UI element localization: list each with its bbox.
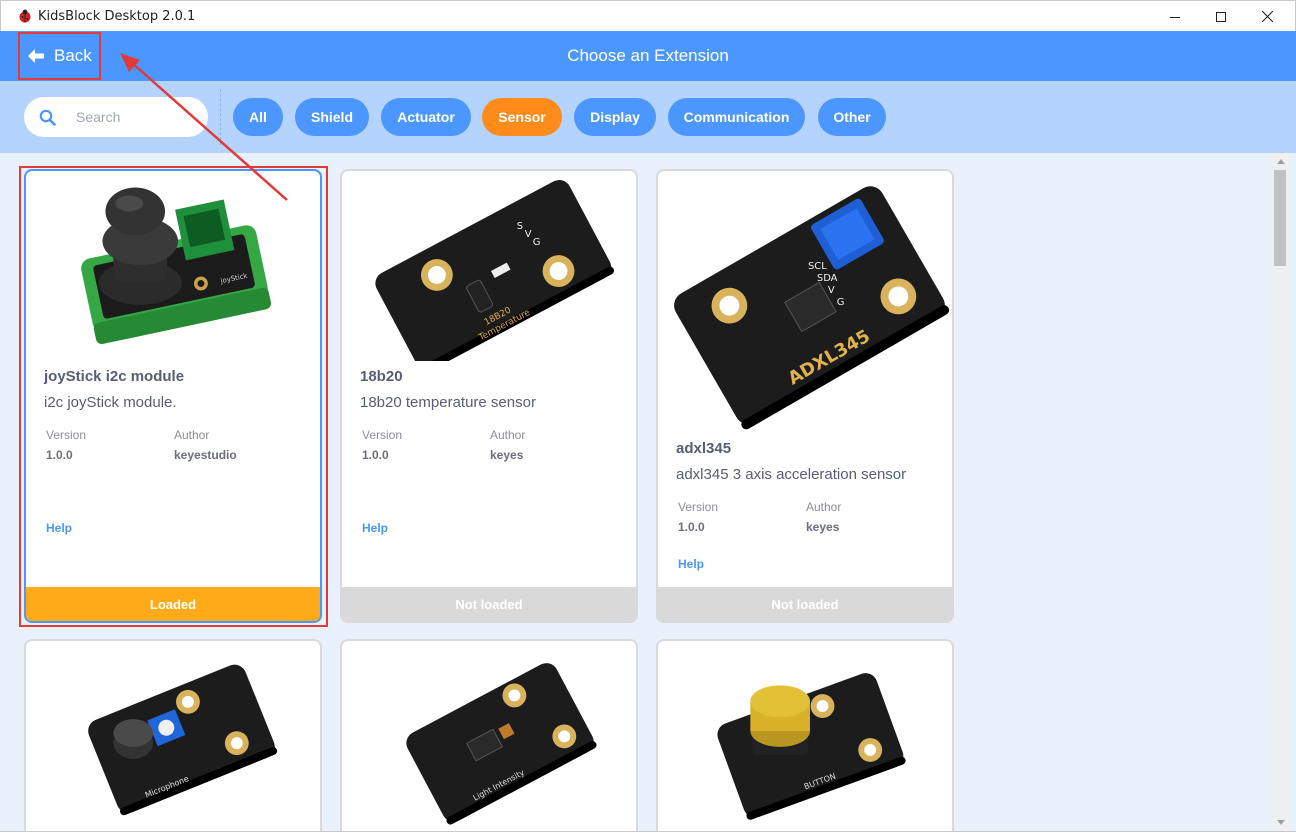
vertical-scrollbar[interactable] (1272, 153, 1289, 831)
18b20-pin-v: V (525, 229, 532, 240)
tag-other[interactable]: Other (818, 98, 886, 136)
version-label: Version (678, 500, 719, 514)
version-label: Version (362, 428, 403, 442)
help-link[interactable]: Help (678, 557, 704, 571)
maximize-icon (1216, 11, 1226, 22)
help-link[interactable]: Help (362, 521, 388, 535)
light-intensity-module-image: Light Intensity (406, 663, 597, 825)
extension-card-joystick[interactable]: joyStick joyStick i2c module i2c joyStic… (24, 169, 322, 623)
18b20-pin-g: G (533, 237, 541, 248)
card-description: i2c joyStick module. (44, 394, 177, 411)
joystick-module-image: joyStick (81, 187, 272, 345)
adxl-pin-sda: SDA (817, 273, 838, 284)
version-label: Version (46, 428, 87, 442)
extension-card-18b20[interactable]: 18B20 Temperature S V G 18b20 18b20 temp… (340, 169, 638, 623)
scroll-down-arrow[interactable] (1272, 814, 1289, 831)
button-module-image: BUTTON (717, 673, 906, 820)
card-description: 18b20 temperature sensor (360, 394, 536, 411)
window-titlebar: KidsBlock Desktop 2.0.1 (0, 0, 1296, 31)
chevron-up-icon (1276, 159, 1285, 164)
card-title: 18b20 (360, 368, 403, 385)
maximize-button[interactable] (1198, 1, 1244, 32)
close-icon (1261, 11, 1273, 22)
close-button[interactable] (1244, 1, 1290, 32)
tag-shield[interactable]: Shield (295, 98, 369, 136)
extension-header: Back Choose an Extension (0, 31, 1296, 81)
help-link[interactable]: Help (46, 521, 72, 535)
extension-card-light-intensity[interactable]: Light Intensity (340, 639, 638, 831)
author-value: keyes (806, 520, 840, 534)
adxl-pin-scl: SCL (808, 261, 827, 272)
window-bottom-border (0, 831, 1296, 839)
18b20-pin-s: S (517, 221, 523, 232)
search-icon (39, 109, 56, 126)
ladybug-app-icon (19, 9, 31, 23)
extension-card-adxl345[interactable]: ADXL345 SCL SDA V G adxl345 adxl345 3 ax… (656, 169, 954, 623)
scroll-up-arrow[interactable] (1272, 153, 1289, 170)
author-value: keyestudio (174, 448, 237, 462)
extension-card-button[interactable]: BUTTON (656, 639, 954, 831)
author-label: Author (174, 428, 210, 442)
status-loaded: Loaded (26, 587, 320, 621)
author-value: keyes (490, 448, 524, 462)
tag-display[interactable]: Display (574, 98, 656, 136)
18b20-module-image: 18B20 Temperature S V G (375, 180, 615, 361)
adxl-pin-v: V (828, 285, 835, 296)
card-title: joyStick i2c module (44, 368, 185, 385)
tag-actuator[interactable]: Actuator (381, 98, 471, 136)
extension-card-microphone[interactable]: Microphone (24, 639, 322, 831)
minimize-icon (1170, 16, 1180, 18)
extension-library: joyStick joyStick i2c module i2c joyStic… (0, 153, 1296, 831)
card-title: adxl345 (676, 440, 732, 457)
filter-divider (220, 89, 221, 145)
microphone-module-image: Microphone (88, 664, 278, 816)
tag-communication[interactable]: Communication (668, 98, 805, 136)
status-not-loaded[interactable]: Not loaded (342, 587, 636, 621)
adxl345-module-image: ADXL345 SCL SDA V G (674, 186, 950, 430)
filter-bar: All Shield Actuator Sensor Display Commu… (0, 81, 1296, 153)
chevron-down-icon (1276, 820, 1285, 825)
tag-sensor[interactable]: Sensor (482, 98, 562, 136)
adxl-pin-g: G (837, 297, 845, 308)
tag-all[interactable]: All (233, 98, 283, 136)
author-label: Author (806, 500, 842, 514)
scrollbar-thumb[interactable] (1274, 170, 1286, 266)
search-input[interactable] (76, 107, 196, 127)
author-label: Author (490, 428, 526, 442)
version-value: 1.0.0 (362, 448, 389, 462)
version-value: 1.0.0 (46, 448, 73, 462)
version-value: 1.0.0 (678, 520, 705, 534)
minimize-button[interactable] (1152, 1, 1198, 32)
search-box[interactable] (24, 97, 208, 137)
card-description: adxl345 3 axis acceleration sensor (676, 466, 907, 483)
status-not-loaded[interactable]: Not loaded (658, 587, 952, 621)
window-title: KidsBlock Desktop 2.0.1 (38, 9, 196, 24)
page-title: Choose an Extension (567, 46, 729, 65)
